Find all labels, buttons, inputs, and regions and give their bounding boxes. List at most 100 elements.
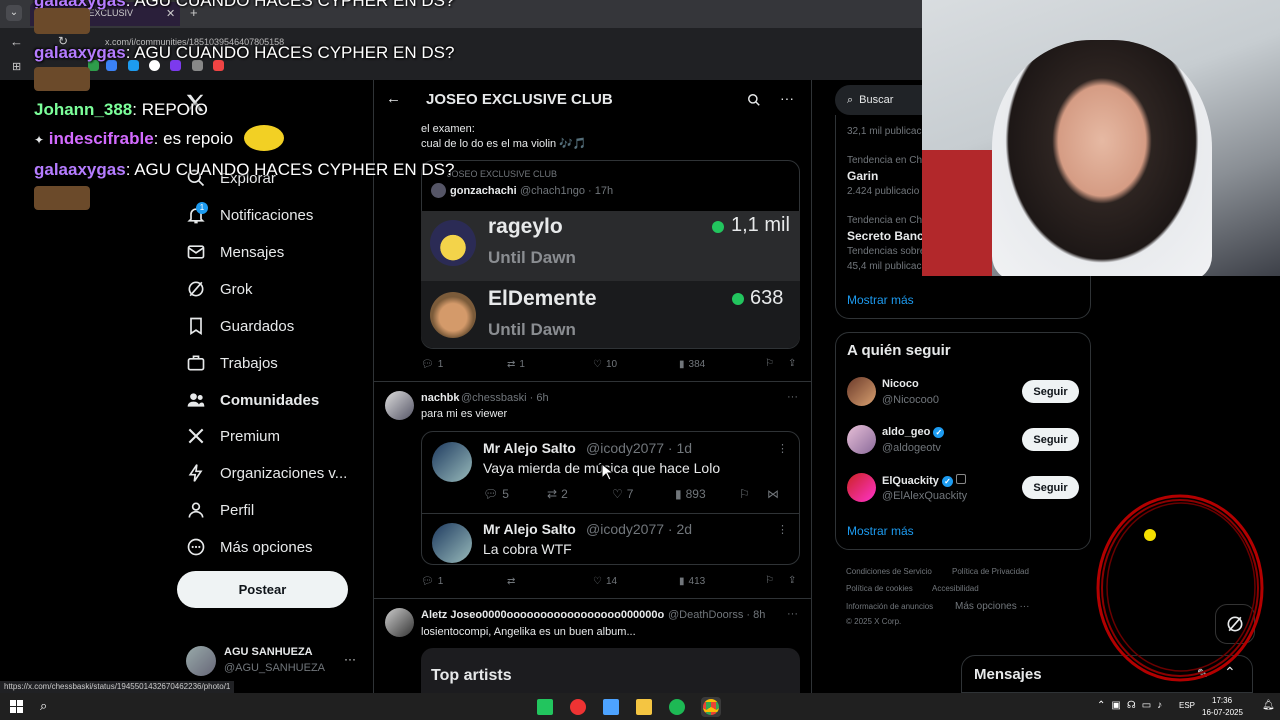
trend-name[interactable]: Garin <box>847 169 878 183</box>
back-arrow-icon[interactable]: ← <box>10 34 23 49</box>
follow-name[interactable]: aldo_geo ✓ <box>882 426 945 438</box>
reply-button[interactable]: 💬︎ 1 <box>421 359 443 370</box>
nav-bookmarks[interactable]: Guardados <box>186 311 294 341</box>
quote-author-name[interactable]: Mr Alejo Salto <box>483 440 576 456</box>
nav-messages-label: Mensajes <box>220 243 285 261</box>
reply-icon: 💬︎ <box>421 576 434 587</box>
account-more-icon[interactable]: ··· <box>344 652 356 666</box>
spotify-icon[interactable] <box>669 699 685 715</box>
avatar <box>432 442 472 482</box>
quote-author-name[interactable]: Mr Alejo Salto <box>483 521 576 537</box>
post-text-line: el examen: <box>421 123 475 135</box>
bookmark-button[interactable]: ⚐ <box>739 487 750 501</box>
avatar[interactable] <box>847 473 876 502</box>
share-button[interactable]: ⋈ <box>767 487 779 501</box>
streamer-name: rageylo <box>488 215 563 238</box>
back-arrow-icon[interactable]: ← <box>386 90 401 107</box>
follow-name[interactable]: ElQuackity ✓ <box>882 474 966 487</box>
like-button[interactable]: ♡ 14 <box>593 576 617 587</box>
footer-link[interactable]: Política de Privacidad <box>952 567 1029 576</box>
nav-messages[interactable]: Mensajes <box>186 237 284 267</box>
chat-emotes <box>34 8 90 34</box>
footer-link[interactable]: Accesibilidad <box>932 584 979 593</box>
quote-more-icon[interactable]: ⋮ <box>777 523 788 536</box>
taskbar-app-icon[interactable] <box>636 699 652 715</box>
avatar[interactable] <box>847 425 876 454</box>
avatar[interactable] <box>385 608 414 637</box>
post-author-name[interactable]: nachbk <box>421 392 460 404</box>
follow-name-text: aldo_geo <box>882 426 931 438</box>
search-input[interactable]: ⌕ Buscar <box>835 85 927 115</box>
nav-profile[interactable]: Perfil <box>186 495 254 525</box>
search-icon[interactable] <box>747 93 761 107</box>
footer-link[interactable]: Más opciones ··· <box>955 601 1029 612</box>
like-button[interactable]: ♡ 7 <box>612 487 633 501</box>
trend-context: Tendencias sobre <box>847 246 926 257</box>
follow-button[interactable]: Seguir <box>1022 428 1079 451</box>
avatar[interactable] <box>385 391 414 420</box>
reply-count: 5 <box>502 487 509 501</box>
bookmark-button[interactable]: ⚐ <box>765 575 774 586</box>
quote-author-name[interactable]: gonzachachi <box>450 185 517 197</box>
footer-link[interactable]: Condiciones de Servicio <box>846 567 932 576</box>
views-count: 384 <box>688 359 706 370</box>
clock-date[interactable]: 16-07-2025 <box>1202 708 1243 717</box>
clock-time[interactable]: 17:36 <box>1212 696 1232 705</box>
post-divider <box>373 381 812 382</box>
repost-button[interactable]: ⇄ <box>507 576 519 587</box>
share-button[interactable]: ⇪ <box>788 575 796 586</box>
language-indicator[interactable]: ESP <box>1179 701 1195 710</box>
show-more-link[interactable]: Mostrar más <box>847 524 914 538</box>
post-author-name[interactable]: Aletz Joseo0000ooooooooooooooooo000000o <box>421 609 664 621</box>
footer-link[interactable]: Política de cookies <box>846 584 913 593</box>
chat-message: galaaxygas: AGU CUANDO HACES CYPHER EN D… <box>34 160 454 180</box>
follow-button[interactable]: Seguir <box>1022 476 1079 499</box>
views-button[interactable]: ▮ 893 <box>675 487 706 501</box>
quote-more-icon[interactable]: ⋮ <box>777 442 788 455</box>
repost-button[interactable]: ⇄ 1 <box>507 359 525 370</box>
like-button[interactable]: ♡ 10 <box>593 359 617 370</box>
trend-name[interactable]: Secreto Banca <box>847 229 930 243</box>
follow-handle: @ElAlexQuackity <box>882 490 968 502</box>
taskbar-app-icon[interactable] <box>603 699 619 715</box>
search-placeholder: Buscar <box>859 94 894 106</box>
nav-jobs[interactable]: Trabajos <box>186 348 278 378</box>
follow-name[interactable]: Nicoco <box>882 378 919 390</box>
avatar[interactable] <box>847 377 876 406</box>
trend-count: 32,1 mil publicacio <box>847 126 930 137</box>
nav-organizations[interactable]: Organizaciones v... <box>186 458 347 488</box>
bookmark-icon <box>190 317 202 336</box>
taskbar-search-icon[interactable]: ⌕ <box>40 698 47 714</box>
tray-icons[interactable]: ⌃▣☊▭♪ <box>1097 700 1168 711</box>
tab-search-icon[interactable]: ⌄ <box>6 5 22 21</box>
post-more-icon[interactable]: ··· <box>787 608 798 620</box>
follow-button[interactable]: Seguir <box>1022 380 1079 403</box>
footer-link[interactable]: Información de anuncios <box>846 602 933 611</box>
post-button[interactable]: Postear <box>177 571 348 608</box>
show-more-link[interactable]: Mostrar más <box>847 293 914 307</box>
taskbar-app-icon[interactable] <box>570 699 586 715</box>
notification-bell-icon[interactable]: 🔔︎ <box>1262 700 1275 711</box>
nav-premium[interactable]: Premium <box>186 421 280 451</box>
nav-communities[interactable]: Comunidades <box>186 385 319 415</box>
live-dot <box>732 293 744 305</box>
bookmark-button[interactable]: ⚐ <box>765 358 774 369</box>
repost-button[interactable]: ⇄ 2 <box>547 487 568 501</box>
nav-more[interactable]: Más opciones <box>186 532 313 562</box>
reply-button[interactable]: 💬︎ 5 <box>483 487 509 501</box>
avatar[interactable] <box>186 646 216 676</box>
heart-icon: ♡ <box>593 576 602 587</box>
views-button[interactable]: ▮ 413 <box>679 576 705 587</box>
post-more-icon[interactable]: ··· <box>787 391 798 403</box>
views-button[interactable]: ▮ 384 <box>679 359 705 370</box>
nav-grok[interactable]: Grok <box>186 274 253 304</box>
taskbar-app-icon[interactable] <box>537 699 553 715</box>
notification-badge: 1 <box>196 202 208 214</box>
windows-start-icon[interactable] <box>10 700 23 713</box>
apps-grid-icon[interactable]: ⊞ <box>12 60 21 73</box>
avatar <box>431 183 446 198</box>
share-button[interactable]: ⇪ <box>788 358 796 369</box>
account-name[interactable]: AGU SANHUEZA <box>224 646 313 658</box>
header-more-icon[interactable]: ··· <box>780 90 794 106</box>
reply-button[interactable]: 💬︎ 1 <box>421 576 443 587</box>
